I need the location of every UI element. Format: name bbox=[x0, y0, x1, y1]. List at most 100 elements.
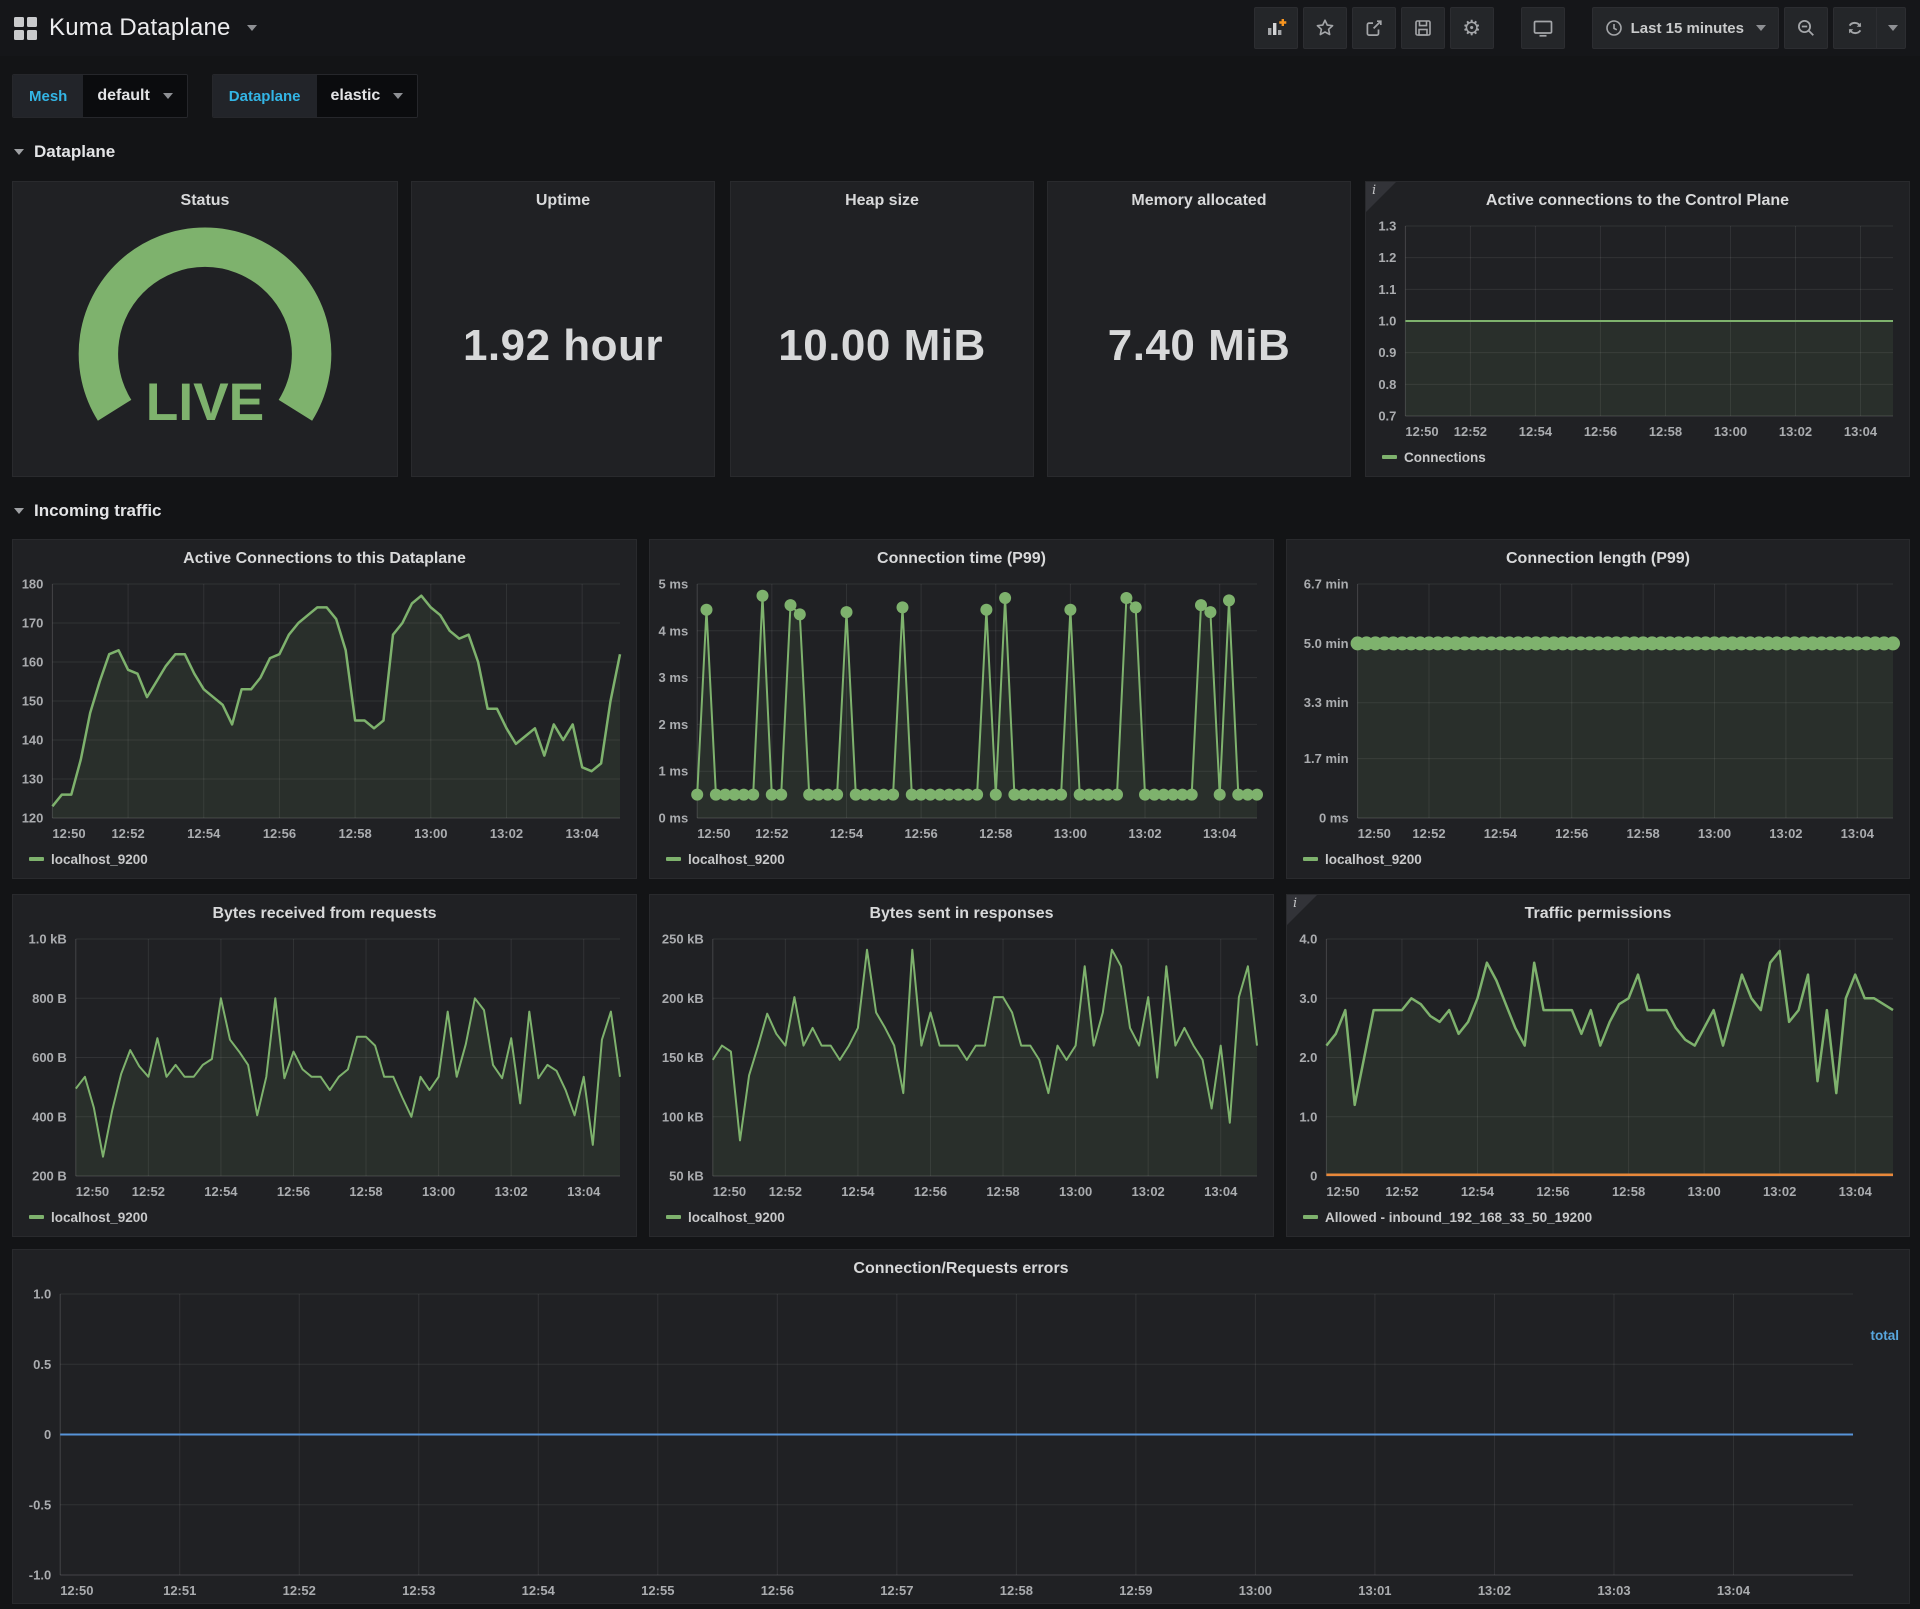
svg-text:0.8: 0.8 bbox=[1378, 377, 1396, 392]
panel-title[interactable]: Traffic permissions bbox=[1287, 895, 1909, 929]
active-connections-chart[interactable]: 12:50 12:52 12:54 12:56 12:58 13:00 13:02 13:04… bbox=[13, 574, 636, 846]
legend-swatch bbox=[666, 1215, 681, 1219]
panel-title[interactable]: Active connections to the Control Plane bbox=[1366, 182, 1909, 216]
svg-text:13:00: 13:00 bbox=[1714, 424, 1747, 439]
svg-text:13:04: 13:04 bbox=[567, 1184, 601, 1199]
svg-text:12:54: 12:54 bbox=[204, 1184, 238, 1199]
connection-time-chart[interactable]: 12:50 12:52 12:54 12:56 12:58 13:00 13:02 13:04… bbox=[650, 574, 1273, 846]
svg-text:12:54: 12:54 bbox=[1461, 1184, 1495, 1199]
svg-text:150: 150 bbox=[22, 694, 44, 709]
row-title: Incoming traffic bbox=[34, 501, 162, 520]
svg-text:13:02: 13:02 bbox=[1478, 1583, 1511, 1598]
svg-text:2.0: 2.0 bbox=[1299, 1050, 1317, 1065]
panel-title[interactable]: Active Connections to this Dataplane bbox=[13, 540, 636, 574]
time-range-label: Last 15 minutes bbox=[1630, 19, 1744, 37]
svg-text:3.0: 3.0 bbox=[1299, 991, 1317, 1006]
zoom-out-button[interactable] bbox=[1784, 7, 1828, 49]
svg-text:12:52: 12:52 bbox=[1412, 826, 1445, 841]
legend-item[interactable]: localhost_9200 bbox=[29, 1210, 148, 1225]
panel-title[interactable]: Bytes received from requests bbox=[13, 895, 636, 929]
svg-text:800 B: 800 B bbox=[32, 991, 67, 1006]
refresh-interval-caret[interactable] bbox=[1876, 8, 1905, 48]
bytes-received-chart[interactable]: 12:50 12:52 12:54 12:56 12:58 13:00 13:02 13:04… bbox=[13, 929, 636, 1204]
caret-down-icon bbox=[1756, 25, 1766, 31]
svg-text:0.7: 0.7 bbox=[1378, 409, 1396, 424]
svg-text:1.2: 1.2 bbox=[1378, 250, 1396, 265]
svg-text:12:58: 12:58 bbox=[1000, 1583, 1033, 1598]
legend-item[interactable]: localhost_9200 bbox=[666, 852, 785, 867]
legend: localhost_9200 bbox=[13, 1204, 636, 1236]
variable-dataplane-value[interactable]: elastic bbox=[316, 75, 418, 117]
svg-text:5 ms: 5 ms bbox=[659, 577, 689, 592]
svg-text:13:00: 13:00 bbox=[422, 1184, 455, 1199]
svg-text:12:59: 12:59 bbox=[1119, 1583, 1152, 1598]
row-header-incoming-traffic[interactable]: Incoming traffic bbox=[14, 497, 162, 525]
panel-title[interactable]: Heap size bbox=[731, 182, 1033, 216]
star-button[interactable] bbox=[1302, 7, 1347, 49]
svg-text:150 kB: 150 kB bbox=[662, 1050, 704, 1065]
panel-title[interactable]: Connection/Requests errors bbox=[13, 1250, 1909, 1284]
svg-text:1.1: 1.1 bbox=[1378, 282, 1396, 297]
row-header-dataplane[interactable]: Dataplane bbox=[14, 138, 115, 166]
legend-swatch bbox=[666, 857, 681, 861]
svg-text:12:58: 12:58 bbox=[979, 826, 1012, 841]
svg-text:140: 140 bbox=[22, 733, 44, 748]
svg-text:12:54: 12:54 bbox=[187, 826, 221, 841]
time-range-button[interactable]: Last 15 minutes bbox=[1591, 7, 1779, 49]
variable-dataplane[interactable]: Dataplane elastic bbox=[211, 74, 419, 118]
grid-icon[interactable] bbox=[14, 16, 37, 40]
traffic-permissions-chart[interactable]: 12:50 12:52 12:54 12:56 12:58 13:00 13:02 13:04… bbox=[1287, 929, 1909, 1204]
svg-text:200 B: 200 B bbox=[32, 1169, 67, 1184]
legend-item[interactable]: Allowed - inbound_192_168_33_50_19200 bbox=[1303, 1210, 1592, 1225]
clock-icon bbox=[1605, 20, 1622, 36]
tv-mode-icon bbox=[1533, 20, 1552, 37]
svg-text:1.0: 1.0 bbox=[1378, 314, 1396, 329]
panel-title[interactable]: Uptime bbox=[412, 182, 714, 216]
add-panel-button[interactable] bbox=[1253, 7, 1298, 49]
gear-icon: ⚙ bbox=[1462, 16, 1482, 40]
legend-item[interactable]: localhost_9200 bbox=[29, 852, 148, 867]
chevron-down-icon bbox=[14, 508, 24, 514]
legend-item[interactable]: localhost_9200 bbox=[1303, 852, 1422, 867]
tv-mode-button[interactable] bbox=[1520, 7, 1565, 49]
legend-item[interactable]: Connections bbox=[1382, 450, 1486, 465]
svg-text:12:58: 12:58 bbox=[986, 1184, 1019, 1199]
refresh-button[interactable] bbox=[1833, 7, 1906, 49]
dashboard-title[interactable]: Kuma Dataplane bbox=[49, 14, 231, 42]
variable-mesh-value[interactable]: default bbox=[83, 75, 187, 117]
svg-text:13:04: 13:04 bbox=[1841, 826, 1875, 841]
panel-active-connections-control-plane: i Active connections to the Control Plan… bbox=[1365, 181, 1910, 477]
refresh-icon[interactable] bbox=[1834, 8, 1876, 48]
bytes-sent-chart[interactable]: 12:50 12:52 12:54 12:56 12:58 13:00 13:02 13:04… bbox=[650, 929, 1273, 1204]
panel-title[interactable]: Connection time (P99) bbox=[650, 540, 1273, 574]
caret-down-icon[interactable] bbox=[246, 25, 257, 31]
svg-text:12:54: 12:54 bbox=[522, 1583, 556, 1598]
legend: localhost_9200 bbox=[13, 846, 636, 878]
svg-text:13:04: 13:04 bbox=[1839, 1184, 1873, 1199]
settings-button[interactable]: ⚙ bbox=[1449, 7, 1494, 49]
legend-item[interactable]: localhost_9200 bbox=[666, 1210, 785, 1225]
svg-text:13:04: 13:04 bbox=[1717, 1583, 1751, 1598]
connection-length-chart[interactable]: 12:50 12:52 12:54 12:56 12:58 13:00 13:02 13:04… bbox=[1287, 574, 1909, 846]
svg-text:12:53: 12:53 bbox=[402, 1583, 435, 1598]
svg-text:12:52: 12:52 bbox=[1385, 1184, 1418, 1199]
control-plane-connections-chart[interactable]: 12:50 12:52 12:54 12:56 12:58 13:00 13:02 13:04… bbox=[1366, 216, 1909, 444]
legend-item[interactable]: total bbox=[1871, 1328, 1900, 1343]
svg-text:13:02: 13:02 bbox=[490, 826, 523, 841]
panel-title[interactable]: Bytes sent in responses bbox=[650, 895, 1273, 929]
legend-swatch bbox=[29, 857, 44, 861]
svg-text:12:58: 12:58 bbox=[1649, 424, 1682, 439]
panel-title[interactable]: Memory allocated bbox=[1048, 182, 1350, 216]
svg-text:50 kB: 50 kB bbox=[669, 1169, 704, 1184]
panel-info-icon[interactable]: i bbox=[1287, 895, 1317, 925]
variable-mesh[interactable]: Mesh default bbox=[12, 74, 188, 118]
panel-info-icon[interactable]: i bbox=[1366, 182, 1396, 212]
svg-text:12:54: 12:54 bbox=[830, 826, 864, 841]
panel-title[interactable]: Status bbox=[13, 182, 397, 216]
share-button[interactable] bbox=[1351, 7, 1396, 49]
errors-chart[interactable]: 12:50 12:51 12:52 12:53 12:54 12:55 12:56 12:57… bbox=[13, 1284, 1909, 1603]
svg-text:3.3 min: 3.3 min bbox=[1304, 695, 1349, 710]
save-button[interactable] bbox=[1400, 7, 1445, 49]
panel-memory-allocated: Memory allocated 7.40 MiB bbox=[1047, 181, 1351, 477]
panel-title[interactable]: Connection length (P99) bbox=[1287, 540, 1909, 574]
